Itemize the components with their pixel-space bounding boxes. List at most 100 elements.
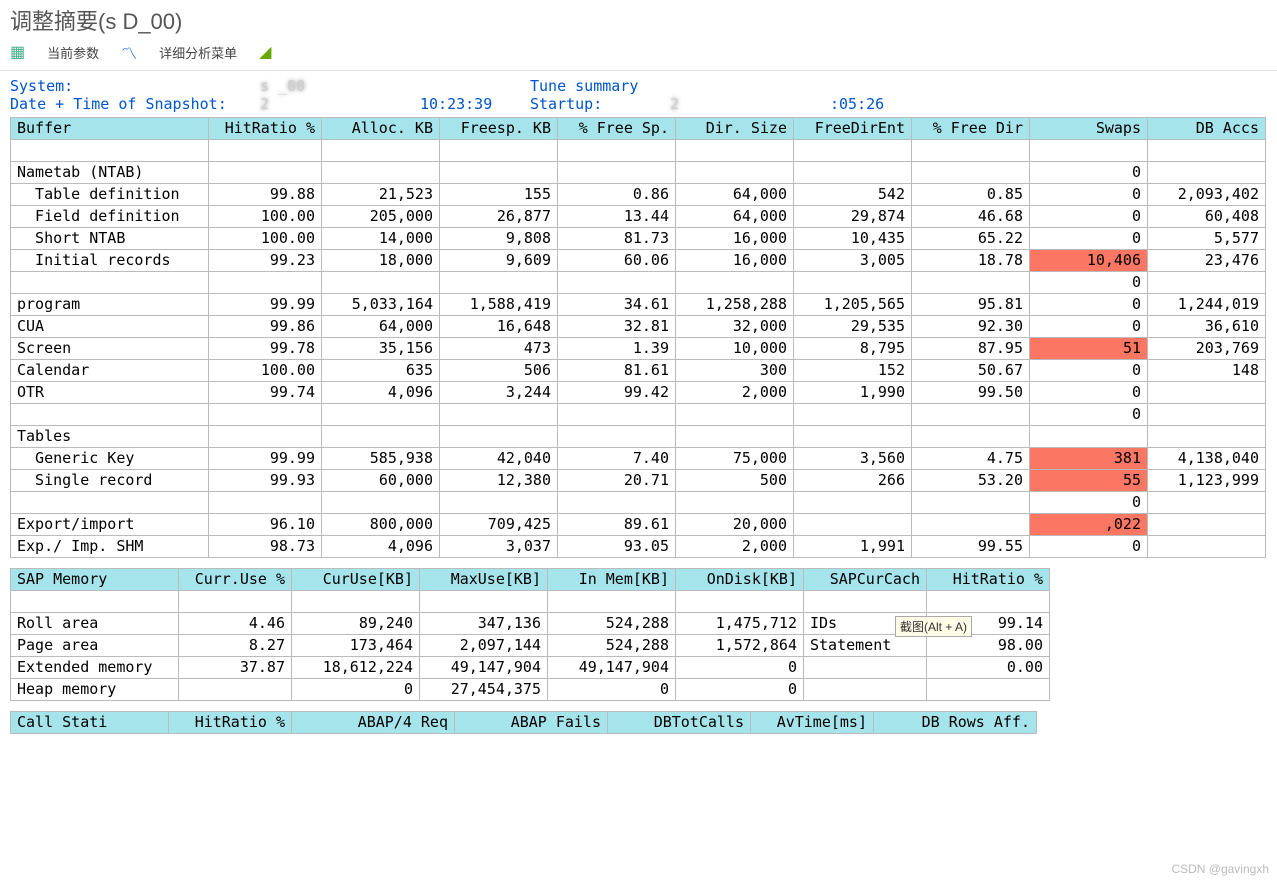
cell (558, 272, 676, 294)
cell (912, 514, 1030, 536)
col-header: CurUse[KB] (292, 569, 420, 591)
cell: 20,000 (676, 514, 794, 536)
col-header: FreeDirEnt (794, 118, 912, 140)
col-header: DB Accs (1148, 118, 1266, 140)
table-row[interactable]: Exp./ Imp. SHM98.734,0963,03793.052,0001… (11, 536, 1266, 558)
cell: 96.10 (209, 514, 322, 536)
cell: 2,093,402 (1148, 184, 1266, 206)
cell (676, 404, 794, 426)
col-header: Curr.Use % (179, 569, 292, 591)
cell: 709,425 (440, 514, 558, 536)
cell: 93.05 (558, 536, 676, 558)
cell: 99.88 (209, 184, 322, 206)
cell: 8,795 (794, 338, 912, 360)
cell: 1,205,565 (794, 294, 912, 316)
cell (1148, 492, 1266, 514)
cell: 46.68 (912, 206, 1030, 228)
cell: 2,000 (676, 382, 794, 404)
cell: 1,991 (794, 536, 912, 558)
table-row[interactable]: Heap memory027,454,37500 (11, 679, 1050, 701)
table-row[interactable]: Tables (11, 426, 1266, 448)
page-title: 调整摘要(s D_00) (0, 0, 1277, 38)
table-row[interactable]: Calendar100.0063550681.6130015250.670148 (11, 360, 1266, 382)
table-row[interactable]: 0 (11, 404, 1266, 426)
cell: 34.61 (558, 294, 676, 316)
table-row[interactable]: CUA99.8664,00016,64832.8132,00029,53592.… (11, 316, 1266, 338)
cell (179, 679, 292, 701)
row-label: Short NTAB (11, 228, 209, 250)
chart-icon[interactable]: 〽 (121, 40, 137, 64)
cell: 50.67 (912, 360, 1030, 382)
table-row[interactable]: Roll area4.4689,240347,136524,2881,475,7… (11, 613, 1050, 635)
table-row[interactable]: Extended memory37.8718,612,22449,147,904… (11, 657, 1050, 679)
cell: 347,136 (420, 613, 548, 635)
cell (676, 492, 794, 514)
cell: 506 (440, 360, 558, 382)
cell: 473 (440, 338, 558, 360)
tune-summary-label: Tune summary (530, 77, 660, 95)
cell: 51 (1030, 338, 1148, 360)
cell: 203,769 (1148, 338, 1266, 360)
cell: 81.73 (558, 228, 676, 250)
table-row[interactable]: 0 (11, 492, 1266, 514)
table-row[interactable]: Export/import96.10800,000709,42589.6120,… (11, 514, 1266, 536)
cell: Statement (804, 635, 927, 657)
export-icon[interactable]: ▦ (10, 42, 25, 62)
cell: 16,000 (676, 228, 794, 250)
row-label: Nametab (NTAB) (11, 162, 209, 184)
table-row[interactable]: program99.995,033,1641,588,41934.611,258… (11, 294, 1266, 316)
cell: 1,588,419 (440, 294, 558, 316)
col-header: Alloc. KB (322, 118, 440, 140)
table-row[interactable]: Page area8.27173,4642,097,144524,2881,57… (11, 635, 1050, 657)
cell: 800,000 (322, 514, 440, 536)
toolbar-current-params[interactable]: 当前参数 (47, 43, 99, 62)
cell: 0 (1030, 228, 1148, 250)
table-row[interactable]: Generic Key99.99585,93842,0407.4075,0003… (11, 448, 1266, 470)
table-row[interactable]: Single record99.9360,00012,38020.7150026… (11, 470, 1266, 492)
col-header: ABAP Fails (455, 712, 608, 734)
cell: 37.87 (179, 657, 292, 679)
cell: 64,000 (676, 184, 794, 206)
cell: 4,138,040 (1148, 448, 1266, 470)
cell: 205,000 (322, 206, 440, 228)
screenshot-tooltip: 截图(Alt + A) (895, 616, 972, 637)
table-row[interactable]: 0 (11, 272, 1266, 294)
cell (1148, 426, 1266, 448)
cell (676, 162, 794, 184)
cell: 585,938 (322, 448, 440, 470)
snapshot-time: 10:23:39 (420, 95, 520, 113)
table-row[interactable]: Field definition100.00205,00026,87713.44… (11, 206, 1266, 228)
flag-icon[interactable]: ◢ (259, 42, 271, 62)
cell: 26,877 (440, 206, 558, 228)
col-header: AvTime[ms] (751, 712, 874, 734)
col-header: Dir. Size (676, 118, 794, 140)
cell: 18,000 (322, 250, 440, 272)
cell: 0 (292, 679, 420, 701)
cell: 10,000 (676, 338, 794, 360)
cell: 100.00 (209, 360, 322, 382)
row-label: program (11, 294, 209, 316)
col-header: % Free Sp. (558, 118, 676, 140)
col-header: In Mem[KB] (548, 569, 676, 591)
header-area: System: s _00 Tune summary Date + Time o… (0, 71, 1277, 117)
table-row[interactable]: Table definition99.8821,5231550.8664,000… (11, 184, 1266, 206)
cell (1148, 536, 1266, 558)
table-row[interactable]: Initial records99.2318,0009,60960.0616,0… (11, 250, 1266, 272)
cell: 0 (1030, 316, 1148, 338)
cell (794, 404, 912, 426)
cell: 0 (1030, 492, 1148, 514)
table-row[interactable]: Nametab (NTAB)0 (11, 162, 1266, 184)
cell (804, 657, 927, 679)
row-label: OTR (11, 382, 209, 404)
table-row[interactable]: OTR99.744,0963,24499.422,0001,99099.500 (11, 382, 1266, 404)
row-label: Extended memory (11, 657, 179, 679)
cell: 300 (676, 360, 794, 382)
toolbar-detail-menu[interactable]: 详细分析菜单 (159, 43, 237, 62)
snapshot-label: Date + Time of Snapshot: (10, 95, 250, 113)
table-row[interactable]: Screen99.7835,1564731.3910,0008,79587.95… (11, 338, 1266, 360)
table-row[interactable]: Short NTAB100.0014,0009,80881.7316,00010… (11, 228, 1266, 250)
cell: 4,096 (322, 382, 440, 404)
cell: 18.78 (912, 250, 1030, 272)
cell: 99.23 (209, 250, 322, 272)
cell (440, 404, 558, 426)
